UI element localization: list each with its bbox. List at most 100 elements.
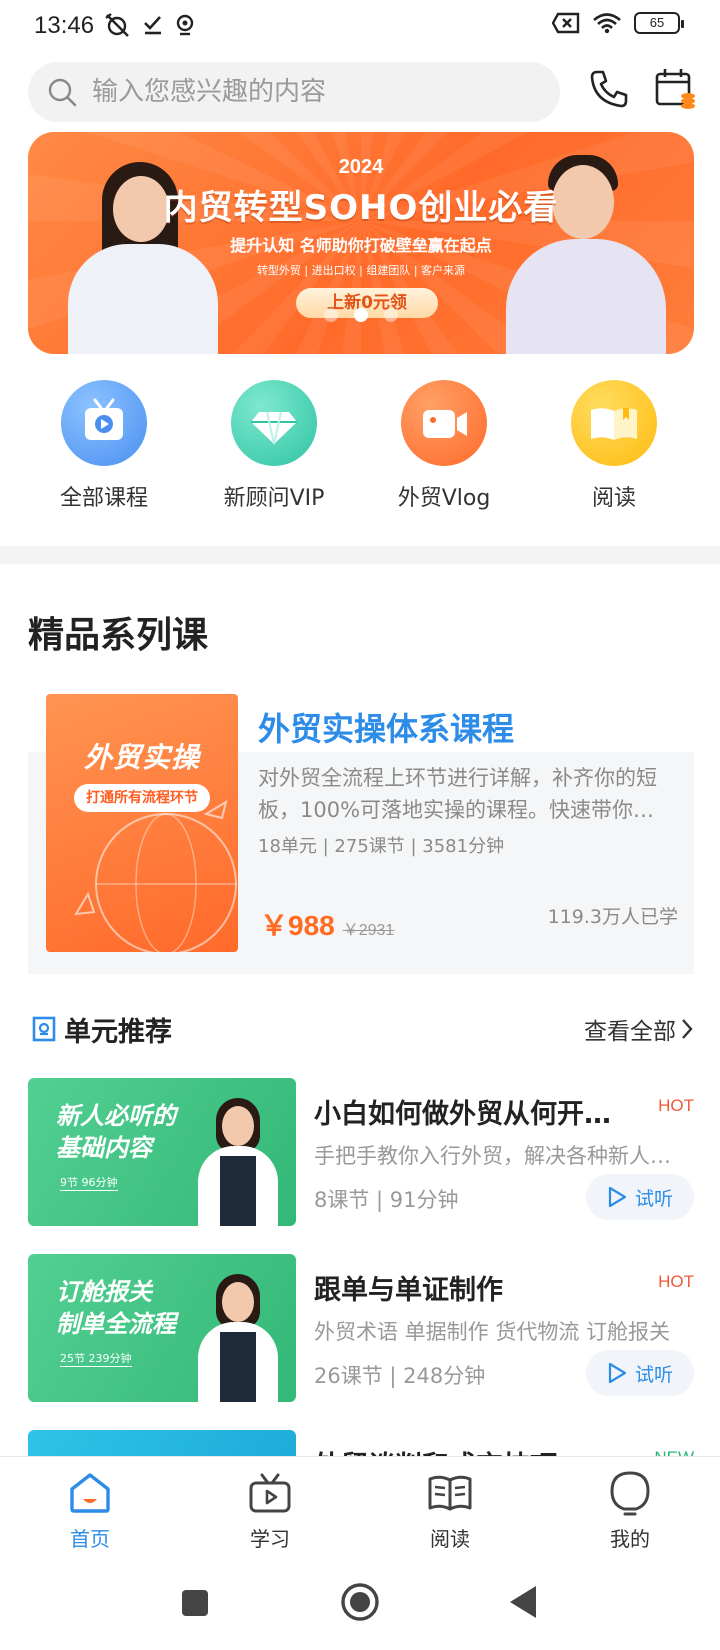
nav-item-reading[interactable]: 阅读 xyxy=(390,1469,510,1552)
course-cover-title: 外贸实操 xyxy=(83,741,200,774)
profile-icon xyxy=(610,1471,650,1516)
search-input[interactable] xyxy=(92,62,542,122)
teacher-avatar xyxy=(198,1268,278,1402)
lesson-item[interactable]: 订舱报关 制单全流程 25节 239分钟 跟单与单证制作 HOT 外贸术语 单据… xyxy=(28,1254,694,1402)
phone-button[interactable] xyxy=(588,68,636,116)
carousel-dot[interactable] xyxy=(384,308,398,322)
banner-title: 内贸转型SOHO创业必看 xyxy=(163,188,559,228)
battery-indicator: 65 xyxy=(634,12,684,34)
quick-link-vlog[interactable]: 外贸Vlog xyxy=(364,380,524,512)
try-listen-label: 试听 xyxy=(634,1363,673,1386)
nav-label: 阅读 xyxy=(430,1527,470,1551)
course-meta: 18单元 | 275课节 | 3581分钟 xyxy=(258,836,505,857)
section-divider xyxy=(0,546,720,564)
tv-icon xyxy=(249,1473,291,1513)
nav-label: 我的 xyxy=(610,1527,650,1551)
quick-link-label: 新顾问VIP xyxy=(223,486,325,511)
course-description: 对外贸全流程上环节进行详解，补齐你的短板，100%可落地实操的课程。快速带你… xyxy=(258,766,657,822)
lesson-thumb-line1: 新人必听的 xyxy=(56,1102,176,1130)
book-icon xyxy=(428,1475,472,1511)
carousel-dots xyxy=(28,308,694,322)
quick-link-label: 全部课程 xyxy=(59,486,148,511)
lesson-badge-hot: HOT xyxy=(658,1096,694,1115)
banner-year: 2024 xyxy=(338,156,384,178)
home-circle-icon[interactable] xyxy=(340,1582,380,1622)
course-cover-tag: 打通所有流程环节 xyxy=(74,784,210,812)
course-original-price: ￥2931 xyxy=(342,922,395,939)
try-listen-button[interactable]: 试听 xyxy=(586,1174,694,1220)
see-all-link[interactable]: 查看全部 xyxy=(584,1012,694,1046)
lesson-description: 手把手教你入行外贸，解决各种新人… xyxy=(314,1144,671,1168)
search-icon xyxy=(48,78,77,107)
search-box[interactable] xyxy=(28,62,560,122)
globe-illustration-icon xyxy=(74,799,237,952)
wifi-icon xyxy=(593,13,621,34)
lesson-thumb-meta: 9节 96分钟 xyxy=(60,1176,118,1191)
back-icon[interactable] xyxy=(508,1584,540,1620)
lesson-thumb-line2: 制单全流程 xyxy=(56,1310,176,1338)
lesson-badge-hot: HOT xyxy=(658,1272,694,1291)
premium-course-card[interactable]: 外贸实操 打通所有流程环节 外贸实操体系课程 对外贸全流程上环节进行详解，补齐你… xyxy=(28,694,694,974)
carousel-dot[interactable] xyxy=(324,308,338,322)
system-nav-bar xyxy=(0,1566,720,1650)
nav-label: 学习 xyxy=(250,1527,290,1551)
bottom-nav: 首页 学习 阅读 我的 xyxy=(0,1456,720,1566)
quick-link-all-courses[interactable]: 全部课程 xyxy=(24,380,184,512)
lesson-thumb-line2: 基础内容 xyxy=(56,1134,152,1162)
course-price: ￥988 xyxy=(260,910,335,941)
calendar-button[interactable] xyxy=(654,66,702,118)
try-listen-button[interactable]: 试听 xyxy=(586,1350,694,1396)
teacher-avatar xyxy=(198,1092,278,1226)
play-icon xyxy=(608,1362,627,1384)
section-title-premium: 精品系列课 xyxy=(28,615,209,656)
phone-icon xyxy=(590,70,628,108)
banner-subtitle: 提升认知 名师助你打破壁垒赢在起点 xyxy=(230,236,492,255)
alarm-off-icon xyxy=(105,13,129,37)
status-bar: 13:46 65 xyxy=(0,0,720,54)
sim-off-icon xyxy=(552,12,580,34)
diamond-icon xyxy=(231,380,317,466)
quick-link-reading[interactable]: 阅读 xyxy=(534,380,694,512)
carousel-dot-active[interactable] xyxy=(354,308,368,322)
lesson-title: 跟单与单证制作 xyxy=(314,1275,503,1306)
course-learners: 119.3万人已学 xyxy=(547,906,678,928)
quick-link-label: 阅读 xyxy=(591,486,636,511)
nav-item-home[interactable]: 首页 xyxy=(30,1469,150,1552)
recent-apps-icon[interactable] xyxy=(180,1588,210,1618)
lesson-badge-new: NEW xyxy=(654,1448,694,1456)
see-all-label: 查看全部 xyxy=(584,1019,676,1045)
search-row xyxy=(28,62,698,122)
location-icon xyxy=(176,14,194,36)
download-done-icon xyxy=(144,16,161,35)
video-camera-icon xyxy=(401,380,487,466)
lesson-title: 小白如何做外贸从何开… xyxy=(314,1099,611,1130)
nav-label: 首页 xyxy=(70,1527,110,1551)
quick-links: 全部课程 新顾问VIP 外贸Vlog 阅读 xyxy=(0,380,720,530)
nav-item-profile[interactable]: 我的 xyxy=(570,1469,690,1552)
course-title: 外贸实操体系课程 xyxy=(258,710,515,748)
home-icon xyxy=(70,1473,110,1513)
status-time: 13:46 xyxy=(34,12,95,39)
lesson-item[interactable]: 外贸谈判和成交技巧 NEW xyxy=(28,1430,694,1456)
nav-item-study[interactable]: 学习 xyxy=(210,1469,330,1552)
quick-link-vip[interactable]: 新顾问VIP xyxy=(194,380,354,512)
try-listen-label: 试听 xyxy=(634,1187,673,1210)
course-cover: 外贸实操 打通所有流程环节 xyxy=(46,694,238,952)
lesson-thumbnail xyxy=(28,1430,296,1456)
calendar-coin-icon xyxy=(655,69,695,109)
lesson-item[interactable]: 新人必听的 基础内容 9节 96分钟 小白如何做外贸从何开… HOT 手把手教你… xyxy=(28,1078,694,1226)
price-row: ￥988 ￥2931 xyxy=(260,904,394,944)
chevron-right-icon xyxy=(682,1019,693,1039)
lesson-title: 外贸谈判和成交技巧 xyxy=(314,1444,624,1456)
tv-icon xyxy=(61,380,147,466)
lesson-thumbnail: 新人必听的 基础内容 9节 96分钟 xyxy=(28,1078,296,1226)
unit-recommend-header: 单元推荐 查看全部 xyxy=(28,1010,694,1050)
lesson-thumb-line1: 订舱报关 xyxy=(56,1278,152,1306)
unit-recommend-title: 单元推荐 xyxy=(64,1017,172,1048)
promo-banner[interactable]: 2024 内贸转型SOHO创业必看 提升认知 名师助你打破壁垒赢在起点 转型外贸… xyxy=(28,132,694,354)
lesson-meta: 26课节 | 248分钟 xyxy=(314,1364,486,1388)
banner-tags: 转型外贸 | 进出口权 | 组建团队 | 客户来源 xyxy=(256,264,466,277)
play-icon xyxy=(608,1186,627,1208)
lesson-description: 外贸术语 单据制作 货代物流 订舱报关 xyxy=(314,1320,671,1344)
lesson-meta: 8课节 | 91分钟 xyxy=(314,1188,459,1212)
